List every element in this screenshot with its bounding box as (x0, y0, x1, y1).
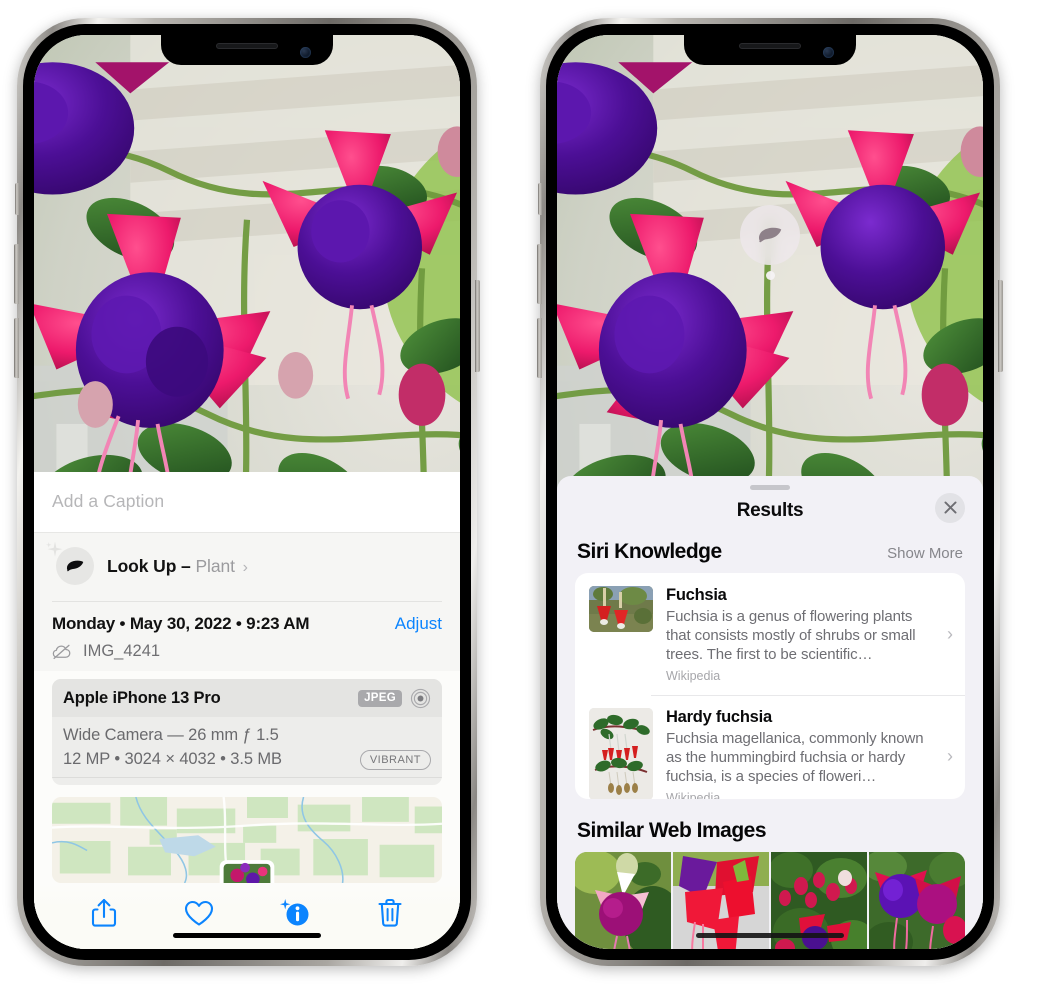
photo-info-sheet: Add a Caption Look Up – Plant › Monday •… (34, 472, 460, 949)
close-button[interactable] (935, 492, 965, 523)
similar-web-images-title: Similar Web Images (577, 818, 767, 842)
earpiece-speaker (216, 43, 278, 49)
mute-switch[interactable] (538, 183, 542, 215)
chevron-right-icon: › (947, 623, 953, 644)
exif-shutter: 1/181 s (358, 785, 431, 786)
device-notch (161, 35, 333, 65)
knowledge-description: Fuchsia magellanica, commonly known as t… (666, 729, 924, 785)
mute-switch[interactable] (15, 183, 19, 215)
front-camera (300, 47, 311, 58)
knowledge-title: Fuchsia (666, 585, 727, 604)
look-up-subject: Plant (195, 555, 235, 576)
photo-date-time: Monday • May 30, 2022 • 9:23 AM (52, 614, 310, 633)
divider (52, 601, 442, 602)
front-camera (823, 47, 834, 58)
lens-circles-icon (410, 688, 431, 709)
list-item[interactable]: Fuchsia Fuchsia is a genus of flowering … (575, 573, 965, 695)
format-badge: JPEG (358, 689, 402, 708)
volume-up-button[interactable] (14, 244, 19, 304)
exif-aperture: ƒ1.5 (284, 785, 357, 786)
knowledge-source: Wikipedia (666, 668, 721, 683)
web-image-4-purple-fuchsia[interactable] (869, 851, 965, 949)
camera-device-name: Apple iPhone 13 Pro (63, 689, 221, 707)
results-title: Results (736, 499, 804, 521)
photo-filename: IMG_4241 (83, 642, 161, 660)
chevron-right-icon: › (242, 558, 248, 576)
home-indicator[interactable] (696, 933, 844, 938)
sparkle-icon (46, 541, 63, 557)
right-phone-bezel: Results Siri Knowledge Show More Fuchsia… (546, 24, 994, 960)
right-iphone-device: Results Siri Knowledge Show More Fuchsia… (537, 18, 1003, 966)
lens-description: Wide Camera — 26 mm ƒ 1.5 (63, 726, 279, 744)
knowledge-title: Hardy fuchsia (666, 707, 772, 726)
look-up-plant-row[interactable]: Look Up – Plant › (34, 533, 460, 601)
leaf-badge-anchor-dot (765, 271, 775, 280)
screenshot-stage: Add a Caption Look Up – Plant › Monday •… (0, 0, 1055, 985)
web-image-1-pink-white-fuchsia[interactable] (575, 851, 671, 949)
icloud-slash-icon (52, 644, 71, 659)
results-header: Results (557, 490, 983, 538)
fuchsia-red-flowers-thumb (589, 585, 653, 632)
earpiece-speaker (739, 43, 801, 49)
caption-placeholder[interactable]: Add a Caption (52, 491, 442, 512)
photo-metadata-block: Monday • May 30, 2022 • 9:23 AM Adjust I… (34, 601, 460, 671)
look-up-label: Look Up – Plant › (107, 556, 248, 577)
left-phone-screen: Add a Caption Look Up – Plant › Monday •… (34, 35, 460, 949)
camera-exif-card[interactable]: Apple iPhone 13 Pro JPEG Wide Camera — 2… (52, 679, 442, 785)
info-sparkle-icon (279, 899, 309, 926)
favorite-button[interactable] (173, 891, 225, 935)
exif-iso: ISO 50 (63, 785, 136, 786)
device-notch (684, 35, 856, 65)
leaf-icon (66, 560, 84, 572)
look-up-text: Look Up – (107, 555, 191, 576)
left-phone-bezel: Add a Caption Look Up – Plant › Monday •… (23, 24, 471, 960)
siri-knowledge-header: Siri Knowledge Show More (557, 538, 983, 573)
siri-knowledge-card: Fuchsia Fuchsia is a genus of flowering … (575, 572, 965, 799)
location-map-thumbnail[interactable] (52, 797, 442, 883)
caption-field-row[interactable]: Add a Caption (34, 472, 460, 533)
exif-exposure: 0 ev (211, 785, 284, 786)
leaf-icon (759, 227, 782, 243)
info-button[interactable] (269, 891, 321, 935)
photo-toolbar (34, 883, 460, 949)
knowledge-source: Wikipedia (666, 790, 721, 799)
volume-down-button[interactable] (537, 318, 542, 378)
knowledge-description: Fuchsia is a genus of flowering plants t… (666, 607, 916, 663)
delete-button[interactable] (364, 891, 416, 935)
left-iphone-device: Add a Caption Look Up – Plant › Monday •… (14, 18, 480, 966)
resolution-filesize: 12 MP • 3024 × 4032 • 3.5 MB (63, 750, 282, 769)
exif-header: Apple iPhone 13 Pro JPEG (52, 679, 442, 717)
share-icon (91, 898, 116, 927)
photographic-style-badge: VIBRANT (359, 750, 431, 770)
siri-knowledge-title: Siri Knowledge (577, 539, 722, 563)
visual-lookup-leaf-badge[interactable] (740, 205, 800, 280)
knowledge-text: Hardy fuchsia Fuchsia magellanica, commo… (666, 708, 932, 799)
exif-focal: 26 mm (137, 785, 210, 786)
hardy-fuchsia-specimen-thumb (589, 707, 653, 799)
share-button[interactable] (78, 891, 130, 935)
list-item[interactable]: Hardy fuchsia Fuchsia magellanica, commo… (575, 694, 965, 799)
volume-up-button[interactable] (537, 244, 542, 304)
home-indicator[interactable] (173, 933, 321, 938)
exif-body: Wide Camera — 26 mm ƒ 1.5 12 MP • 3024 ×… (52, 717, 442, 777)
show-more-button[interactable]: Show More (887, 545, 963, 562)
trash-icon (378, 898, 402, 927)
power-button[interactable] (475, 280, 480, 372)
adjust-button[interactable]: Adjust (395, 614, 442, 634)
close-icon (944, 501, 956, 514)
volume-down-button[interactable] (14, 318, 19, 378)
exif-stats-row: ISO 50 26 mm 0 ev ƒ1.5 1/181 s (52, 776, 442, 786)
right-phone-screen: Results Siri Knowledge Show More Fuchsia… (557, 35, 983, 949)
leaf-badge (46, 541, 94, 585)
heart-icon (185, 900, 214, 926)
power-button[interactable] (998, 280, 1003, 372)
similar-web-images-header: Similar Web Images (557, 799, 983, 852)
knowledge-text: Fuchsia Fuchsia is a genus of flowering … (666, 586, 932, 683)
chevron-right-icon: › (947, 745, 953, 766)
visual-lookup-results-sheet: Results Siri Knowledge Show More Fuchsia… (557, 476, 983, 949)
